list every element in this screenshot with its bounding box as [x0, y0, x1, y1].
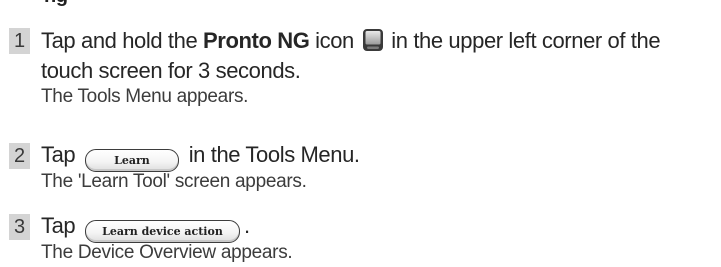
step-text: Tap: [41, 142, 81, 167]
section-heading-fragment: ng: [44, 0, 68, 8]
step-number: 1: [9, 28, 30, 54]
product-name: Pronto NG: [203, 28, 310, 53]
step-result: The Device Overview appears.: [41, 242, 293, 263]
step-result: The 'Learn Tool' screen appears.: [41, 171, 307, 192]
step-text: .: [243, 213, 250, 238]
step-instruction: Tap Learn in the Tools Menu.: [41, 140, 360, 172]
step-instruction-continued: touch screen for 3 seconds.: [41, 58, 301, 83]
step-number: 2: [9, 143, 30, 169]
step-text: in the upper left corner of the: [385, 28, 661, 53]
step-text: in the Tools Menu.: [182, 142, 360, 167]
step-number: 3: [9, 214, 30, 240]
step-result: The Tools Menu appears.: [41, 86, 249, 107]
step-text: Tap: [41, 213, 81, 238]
step-text: icon: [309, 28, 360, 53]
pronto-device-icon: [362, 28, 384, 60]
step-text: Tap and hold the: [41, 28, 204, 53]
step-instruction: Tap Learn device action.: [41, 211, 250, 243]
step-instruction: Tap and hold the Pronto NG icon in the u…: [41, 26, 661, 60]
